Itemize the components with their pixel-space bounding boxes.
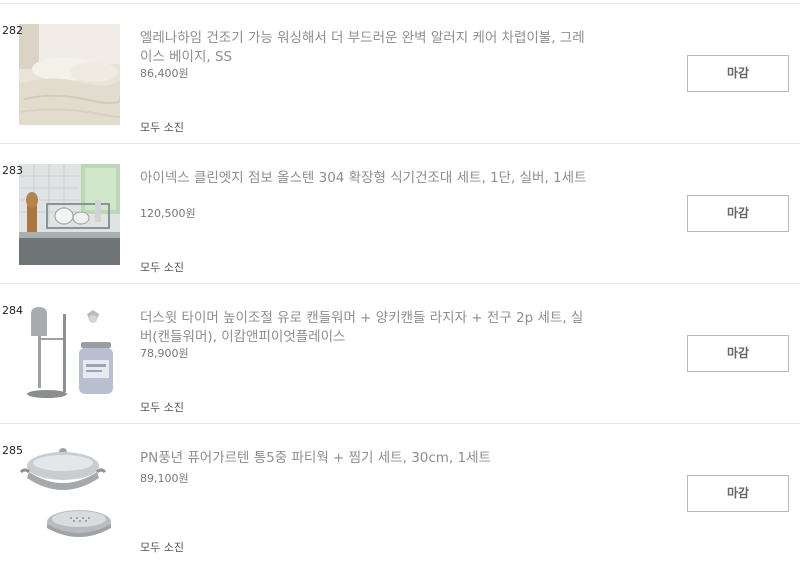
product-price: 120,500원 [140,207,196,220]
closed-button[interactable]: 마감 [687,475,789,512]
dish-rack-image [19,164,120,265]
closed-button[interactable]: 마감 [687,55,789,92]
rank-number: 283 [2,164,23,177]
product-title[interactable]: 엘레나하임 건조기 가능 워싱해서 더 부드러운 완벽 알러지 케어 차렵이불,… [140,29,590,67]
product-price: 89,100원 [140,472,189,485]
rank-number: 284 [2,304,23,317]
product-thumbnail-wok-set[interactable] [19,444,120,545]
rank-number: 282 [2,24,23,37]
list-item: 284 더스윗 타이머 높이조절 유로 캔들워머 + 양키캔들 라지자 + 전구… [0,284,800,424]
product-thumbnail-bedding[interactable] [19,24,120,125]
stock-status: 모두 소진 [140,261,184,274]
list-item: 285 PN풍년 퓨어가르텐 통5중 파티웍 + 찜기 세트, 30cm, 1세… [0,424,800,564]
bedding-image [19,24,120,125]
closed-button[interactable]: 마감 [687,195,789,232]
product-price: 78,900원 [140,347,189,360]
list-item: 282 엘레나하임 건조기 가능 워싱해서 더 부드러운 완벽 알러지 케어 차… [0,4,800,144]
list-item: 283 아이넥스 클린엣지 점보 올스텐 304 확장형 식기건조대 세트, 1… [0,144,800,284]
candle-warmer-image [19,304,120,405]
product-thumbnail-dish-rack[interactable] [19,164,120,265]
wok-set-image [19,444,120,545]
rank-number: 285 [2,444,23,457]
stock-status: 모두 소진 [140,401,184,414]
stock-status: 모두 소진 [140,121,184,134]
closed-button[interactable]: 마감 [687,335,789,372]
product-title[interactable]: PN풍년 퓨어가르텐 통5중 파티웍 + 찜기 세트, 30cm, 1세트 [140,449,590,468]
product-title[interactable]: 아이넥스 클린엣지 점보 올스텐 304 확장형 식기건조대 세트, 1단, 실… [140,169,590,188]
product-price: 86,400원 [140,67,189,80]
product-list: 282 엘레나하임 건조기 가능 워싱해서 더 부드러운 완벽 알러지 케어 차… [0,0,800,565]
product-title[interactable]: 더스윗 타이머 높이조절 유로 캔들워머 + 양키캔들 라지자 + 전구 2p … [140,309,590,347]
product-thumbnail-candle-warmer[interactable] [19,304,120,405]
stock-status: 모두 소진 [140,541,184,554]
